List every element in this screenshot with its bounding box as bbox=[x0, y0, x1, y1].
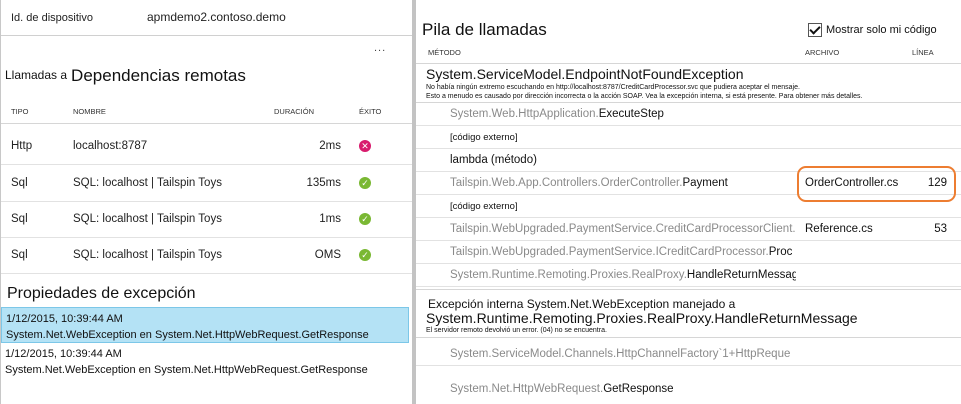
stack-frame[interactable]: System.Runtime.Remoting.Proxies.RealProx… bbox=[416, 264, 961, 287]
device-id-value: apmdemo2.contoso.demo bbox=[147, 10, 286, 24]
success-check-icon: ✓ bbox=[359, 213, 371, 225]
stack-frame-external[interactable]: [código externo] bbox=[416, 126, 961, 149]
frame-method-name: GetResponse bbox=[603, 383, 674, 395]
frame-file-link[interactable]: Reference.cs bbox=[805, 223, 873, 235]
inner-exception-name: System.Runtime.Remoting.Proxies.RealProx… bbox=[426, 310, 858, 326]
calls-title: Llamadas a Dependencias remotas bbox=[5, 64, 246, 85]
call-stack-panel: Pila de llamadas Mostrar solo mi código … bbox=[416, 0, 961, 404]
dependency-type: Http bbox=[11, 140, 33, 152]
call-stack-title: Pila de llamadas bbox=[422, 20, 547, 39]
stack-frame[interactable]: Tailspin.WebUpgraded.PaymentService.ICre… bbox=[416, 241, 961, 264]
frame-line-number: 53 bbox=[934, 223, 947, 235]
dependency-name: localhost:8787 bbox=[73, 140, 148, 152]
dependencies-panel: Id. de dispositivo apmdemo2.contoso.demo… bbox=[0, 0, 413, 404]
frame-method: Tailspin.Web.App.Controllers.OrderContro… bbox=[450, 177, 796, 189]
dependency-duration: OMS bbox=[314, 249, 341, 261]
outer-exception-message-1: No había ningún extremo escuchando en ht… bbox=[426, 84, 800, 91]
exception-date: 1/12/2015, 10:39:44 AM bbox=[6, 313, 123, 325]
dependency-name: SQL: localhost | Tailspin Toys bbox=[73, 249, 222, 261]
stack-frame[interactable]: System.Net.HttpWebRequest.GetResponse bbox=[416, 378, 961, 401]
success-check-icon: ✓ bbox=[359, 249, 371, 261]
dependency-row[interactable]: Http localhost:8787 2ms ✕ bbox=[1, 129, 413, 165]
exception-properties-title: Propiedades de excepción bbox=[7, 285, 196, 302]
divider bbox=[416, 337, 961, 338]
device-id-label: Id. de dispositivo bbox=[11, 12, 93, 24]
exception-message: System.Net.WebException en System.Net.Ht… bbox=[6, 329, 369, 341]
column-name[interactable]: NOMBRE bbox=[73, 107, 106, 116]
dependency-type: Sql bbox=[11, 213, 28, 225]
dependency-duration: 1ms bbox=[319, 213, 341, 225]
column-file: ARCHIVO bbox=[805, 48, 840, 57]
call-stack-header: MÉTODO ARCHIVO LÍNEA bbox=[416, 42, 961, 64]
frame-method: lambda (método) bbox=[450, 154, 537, 166]
frame-method: System.Web.HttpApplication.ExecuteStep bbox=[450, 108, 796, 120]
dependency-name: SQL: localhost | Tailspin Toys bbox=[73, 177, 222, 189]
more-options-icon[interactable]: ... bbox=[374, 42, 386, 54]
inner-exception-message: El servidor remoto devolvió un error. (0… bbox=[426, 327, 607, 334]
frame-namespace: System.Web.HttpApplication. bbox=[450, 108, 599, 120]
frame-method: Tailspin.WebUpgraded.PaymentService.Cred… bbox=[450, 223, 796, 235]
dependency-row[interactable]: Sql SQL: localhost | Tailspin Toys 1ms ✓ bbox=[1, 202, 413, 238]
success-check-icon: ✓ bbox=[359, 177, 371, 189]
highlight-callout bbox=[797, 166, 956, 202]
calls-prefix: Llamadas a bbox=[5, 68, 68, 82]
frame-method: System.Runtime.Remoting.Proxies.RealProx… bbox=[450, 269, 796, 281]
divider bbox=[416, 289, 961, 290]
frame-method: [código externo] bbox=[450, 132, 518, 143]
dependency-duration: 135ms bbox=[306, 177, 341, 189]
frame-method-name: Payment bbox=[682, 177, 728, 189]
dependency-duration: 2ms bbox=[319, 140, 341, 152]
frame-method-name: HandleReturnMessage bbox=[686, 269, 796, 281]
frame-method-name: Proc bbox=[768, 246, 793, 258]
outer-exception-name: System.ServiceModel.EndpointNotFoundExce… bbox=[426, 66, 744, 82]
column-duration[interactable]: DURACIÓN bbox=[274, 107, 314, 116]
exception-date: 1/12/2015, 10:39:44 AM bbox=[5, 348, 122, 360]
stack-frame[interactable]: System.Web.HttpApplication.ExecuteStep bbox=[416, 103, 961, 126]
column-method: MÉTODO bbox=[428, 48, 461, 57]
frame-method: [código externo] bbox=[450, 201, 518, 212]
frame-namespace: System.Runtime.Remoting.Proxies.RealProx… bbox=[450, 269, 687, 281]
inner-exception-lead: Excepción interna System.Net.WebExceptio… bbox=[428, 297, 736, 311]
dependencies-table-header: TIPO NOMBRE DURACIÓN ÉXITO bbox=[1, 100, 413, 124]
stack-frame[interactable]: Tailspin.WebUpgraded.PaymentService.Cred… bbox=[416, 218, 961, 241]
exception-item[interactable]: 1/12/2015, 10:39:44 AM System.Net.WebExc… bbox=[1, 343, 409, 379]
column-success[interactable]: ÉXITO bbox=[359, 107, 381, 116]
frame-method: System.Net.HttpWebRequest.GetResponse bbox=[450, 383, 796, 395]
dependency-type: Sql bbox=[11, 177, 28, 189]
column-type[interactable]: TIPO bbox=[11, 107, 29, 116]
frame-namespace: Tailspin.WebUpgraded.PaymentService.Cred… bbox=[450, 223, 796, 235]
frame-method: System.ServiceModel.Channels.HttpChannel… bbox=[450, 348, 791, 360]
failure-icon: ✕ bbox=[359, 140, 371, 152]
outer-exception-message-2: Esto a menudo es causado por dirección i… bbox=[426, 93, 863, 100]
exception-message: System.Net.WebException en System.Net.Ht… bbox=[5, 364, 368, 376]
dependency-type: Sql bbox=[11, 249, 28, 261]
frame-namespace: System.Net.HttpWebRequest. bbox=[450, 383, 604, 395]
only-my-code-checkbox[interactable] bbox=[808, 23, 822, 37]
dependency-name: SQL: localhost | Tailspin Toys bbox=[73, 213, 222, 225]
column-line: LÍNEA bbox=[912, 48, 934, 57]
frame-method-name: ExecuteStep bbox=[598, 108, 664, 120]
frame-namespace: Tailspin.WebUpgraded.PaymentService.ICre… bbox=[450, 246, 769, 258]
dependency-row[interactable]: Sql SQL: localhost | Tailspin Toys 135ms… bbox=[1, 166, 413, 202]
device-id-row: Id. de dispositivo apmdemo2.contoso.demo bbox=[1, 0, 413, 36]
remote-dependencies-title: Dependencias remotas bbox=[71, 66, 246, 85]
only-my-code-label[interactable]: Mostrar solo mi código bbox=[826, 24, 937, 36]
exception-item-selected[interactable]: 1/12/2015, 10:39:44 AM System.Net.WebExc… bbox=[1, 307, 409, 343]
frame-namespace: Tailspin.Web.App.Controllers.OrderContro… bbox=[450, 177, 683, 189]
stack-frame[interactable]: System.ServiceModel.Channels.HttpChannel… bbox=[416, 343, 961, 366]
frame-method: Tailspin.WebUpgraded.PaymentService.ICre… bbox=[450, 246, 796, 258]
dependency-row[interactable]: Sql SQL: localhost | Tailspin Toys OMS ✓ bbox=[1, 238, 413, 274]
